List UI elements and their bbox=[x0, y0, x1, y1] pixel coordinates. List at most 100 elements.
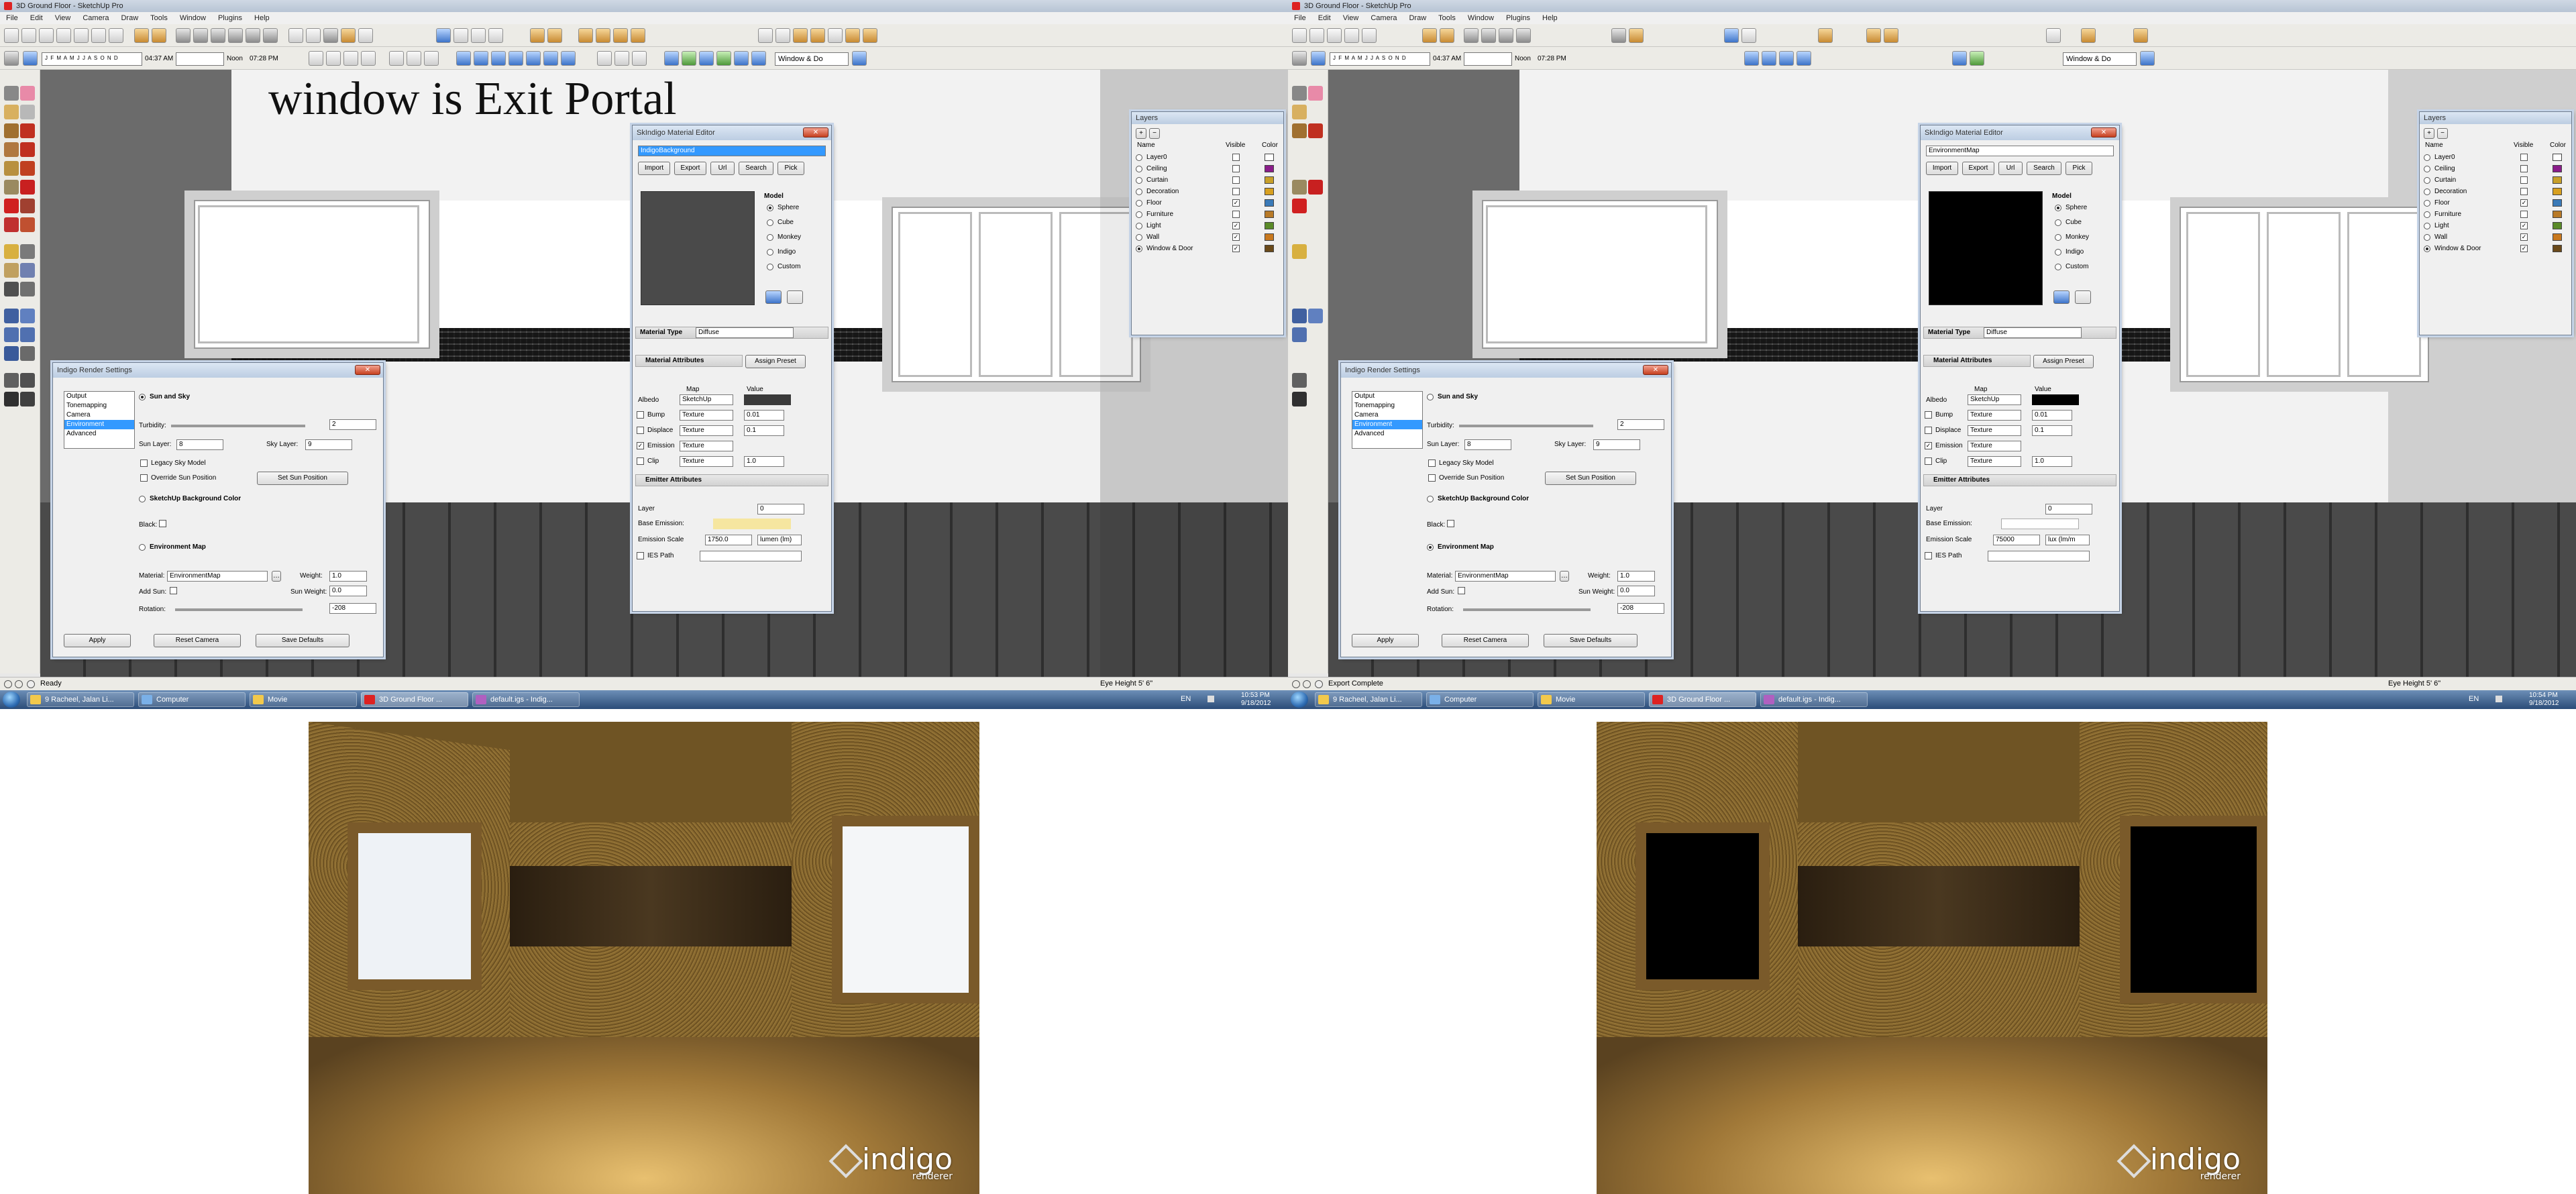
close-icon[interactable]: ✕ bbox=[1643, 365, 1668, 375]
assign-preset-button[interactable]: Assign Preset bbox=[745, 355, 806, 368]
start-button[interactable] bbox=[1291, 692, 1308, 708]
window-frame-left[interactable] bbox=[1472, 191, 1727, 358]
wireframe-icon[interactable] bbox=[306, 28, 321, 43]
search-button[interactable]: Search bbox=[2027, 162, 2061, 175]
rectangle-icon[interactable] bbox=[4, 123, 19, 138]
orbit-tool-icon[interactable] bbox=[1292, 309, 1307, 323]
erase-icon[interactable] bbox=[109, 28, 123, 43]
menu-plugins[interactable]: Plugins bbox=[1500, 14, 1536, 22]
zoom-extents-icon[interactable] bbox=[526, 51, 541, 66]
apply-button[interactable]: Apply bbox=[64, 634, 131, 647]
emitter-layer-select[interactable]: 0 bbox=[757, 504, 804, 514]
layer-color-swatch[interactable] bbox=[1265, 245, 1274, 252]
reset-camera-button[interactable]: Reset Camera bbox=[154, 634, 241, 647]
material-attributes-header[interactable]: Material Attributes bbox=[1923, 355, 2031, 367]
layer-settings-icon[interactable] bbox=[2140, 51, 2155, 66]
emission-checkbox[interactable]: ✓ bbox=[637, 442, 644, 449]
black-checkbox[interactable] bbox=[159, 520, 166, 527]
clip-checkbox[interactable] bbox=[637, 457, 644, 465]
layer-color-swatch[interactable] bbox=[1265, 154, 1274, 161]
active-layer-radio[interactable] bbox=[2424, 234, 2430, 241]
taskbar-item-folder[interactable]: 9 Racheel, Jalan Li... bbox=[1315, 692, 1422, 707]
shadow-month-slider[interactable]: J F M A M J J A S O N D bbox=[1330, 52, 1430, 66]
layer-visible-checkbox[interactable] bbox=[1232, 154, 1240, 161]
position-camera-tool-icon[interactable] bbox=[4, 373, 19, 388]
rotation-slider[interactable] bbox=[175, 608, 303, 611]
indigo-render-icon[interactable] bbox=[775, 28, 790, 43]
layer-visible-checkbox[interactable] bbox=[1232, 165, 1240, 172]
layer-color-swatch[interactable] bbox=[2553, 176, 2562, 184]
layer-visible-checkbox[interactable] bbox=[2520, 165, 2528, 172]
layer-row[interactable]: Light ✓ bbox=[1132, 221, 1285, 231]
turbidity-slider[interactable] bbox=[1459, 425, 1593, 427]
warehouse-icon[interactable] bbox=[389, 51, 404, 66]
emission-checkbox[interactable]: ✓ bbox=[1925, 442, 1932, 449]
select-icon[interactable] bbox=[1292, 86, 1307, 101]
help-icon[interactable] bbox=[1315, 680, 1323, 688]
add-sun-checkbox[interactable] bbox=[170, 587, 177, 594]
section-tool-icon[interactable] bbox=[20, 346, 35, 361]
pick-button[interactable]: Pick bbox=[777, 162, 804, 175]
layer-color-swatch[interactable] bbox=[1265, 233, 1274, 241]
layer-color-swatch[interactable] bbox=[2553, 199, 2562, 207]
layer-visible-checkbox[interactable]: ✓ bbox=[1232, 199, 1240, 207]
active-layer-radio[interactable] bbox=[1136, 246, 1142, 252]
set-sun-position-button[interactable]: Set Sun Position bbox=[257, 472, 348, 485]
menu-view[interactable]: View bbox=[49, 14, 77, 22]
cut-icon[interactable] bbox=[1344, 28, 1359, 43]
emission-map-select[interactable]: Texture bbox=[1968, 441, 2021, 451]
rotate-icon[interactable] bbox=[1292, 199, 1307, 213]
active-layer-radio[interactable] bbox=[1136, 234, 1142, 241]
layer-manager-icon[interactable] bbox=[1952, 51, 1967, 66]
next-view-icon[interactable] bbox=[561, 51, 576, 66]
black-checkbox[interactable] bbox=[1447, 520, 1454, 527]
displace-value[interactable]: 0.1 bbox=[744, 425, 784, 436]
component-icon[interactable] bbox=[578, 28, 593, 43]
sky-layer-select[interactable]: 9 bbox=[305, 439, 352, 450]
menu-plugins[interactable]: Plugins bbox=[212, 14, 248, 22]
cut-icon[interactable] bbox=[56, 28, 71, 43]
model-monkey-radio[interactable] bbox=[2055, 234, 2061, 241]
material-select[interactable]: IndigoBackground bbox=[638, 146, 826, 156]
nav-tonemapping[interactable]: Tonemapping bbox=[64, 401, 134, 411]
material-browse-button[interactable]: … bbox=[272, 571, 281, 582]
layer-visible-checkbox[interactable]: ✓ bbox=[2520, 199, 2528, 207]
export-button[interactable]: Export bbox=[1962, 162, 1994, 175]
taskbar-item-sketchup[interactable]: 3D Ground Floor ... bbox=[1649, 692, 1756, 707]
indigo-export-icon[interactable] bbox=[758, 28, 773, 43]
paint-icon[interactable] bbox=[488, 28, 503, 43]
follow-me-icon[interactable] bbox=[453, 28, 468, 43]
emitter-layer-select[interactable]: 0 bbox=[2045, 504, 2092, 514]
layer-row[interactable]: Furniture bbox=[1132, 209, 1285, 220]
reset-camera-button[interactable]: Reset Camera bbox=[1442, 634, 1529, 647]
emission-unit-select[interactable]: lumen (lm) bbox=[757, 535, 802, 545]
model-sphere-radio[interactable] bbox=[2055, 205, 2061, 211]
3d-text-icon[interactable] bbox=[20, 282, 35, 296]
add-sun-checkbox[interactable] bbox=[1458, 587, 1465, 594]
shadow-month-slider[interactable]: J F M A M J J A S O N D bbox=[42, 52, 142, 66]
nav-camera[interactable]: Camera bbox=[1352, 411, 1422, 420]
active-layer-radio[interactable] bbox=[1136, 166, 1142, 172]
menu-help[interactable]: Help bbox=[248, 14, 276, 22]
active-layer-radio[interactable] bbox=[1136, 188, 1142, 195]
top-view-icon[interactable] bbox=[193, 28, 208, 43]
language-indicator[interactable]: EN bbox=[2469, 695, 2479, 703]
model-monkey-radio[interactable] bbox=[767, 234, 773, 241]
zoom-tool-icon[interactable] bbox=[1292, 327, 1307, 342]
weight-value[interactable]: 1.0 bbox=[329, 571, 367, 582]
import-button[interactable]: Import bbox=[638, 162, 670, 175]
make-component-icon[interactable] bbox=[20, 105, 35, 119]
layer-visible-checkbox[interactable] bbox=[1232, 176, 1240, 184]
layer-color-swatch[interactable] bbox=[1265, 188, 1274, 195]
layer-row[interactable]: Wall ✓ bbox=[2420, 232, 2573, 243]
albedo-map-select[interactable]: SketchUp bbox=[1968, 394, 2021, 405]
sandbox-icon[interactable] bbox=[530, 28, 545, 43]
layer-row[interactable]: Ceiling bbox=[1132, 164, 1285, 174]
measure-icon[interactable] bbox=[597, 51, 612, 66]
layer-row[interactable]: Furniture bbox=[2420, 209, 2573, 220]
env-material-select[interactable]: EnvironmentMap bbox=[1455, 571, 1556, 582]
add-layer-button[interactable]: + bbox=[2424, 128, 2434, 139]
search-button[interactable]: Search bbox=[739, 162, 773, 175]
turbidity-value[interactable]: 2 bbox=[329, 419, 376, 430]
shadows-toggle-icon[interactable] bbox=[1292, 51, 1307, 66]
